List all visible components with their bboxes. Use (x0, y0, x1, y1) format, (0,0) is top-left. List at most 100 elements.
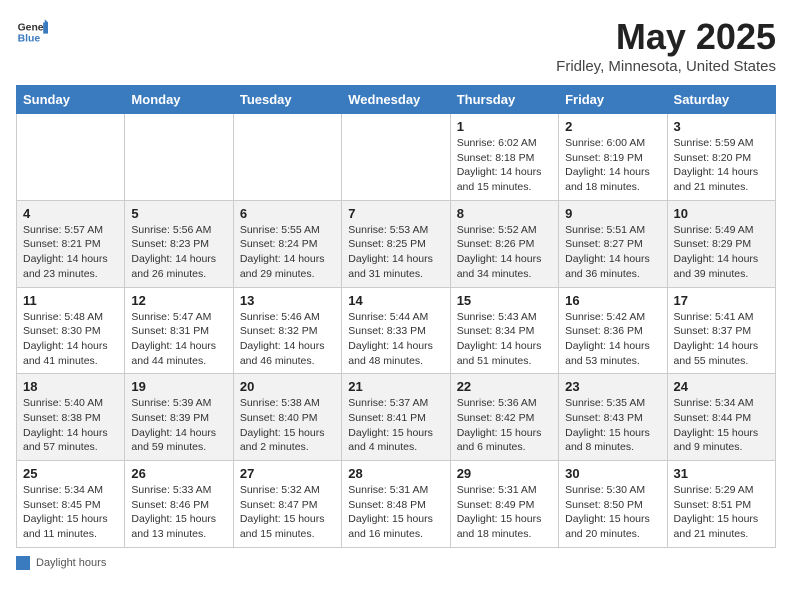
day-detail: Sunrise: 5:53 AM Sunset: 8:25 PM Dayligh… (348, 223, 443, 282)
day-number: 1 (457, 119, 552, 134)
calendar-cell: 11 Sunrise: 5:48 AM Sunset: 8:30 PM Dayli… (17, 287, 125, 374)
calendar-cell: 9 Sunrise: 5:51 AM Sunset: 8:27 PM Daylig… (559, 200, 667, 287)
day-detail: Sunrise: 5:40 AM Sunset: 8:38 PM Dayligh… (23, 396, 118, 455)
day-number: 14 (348, 293, 443, 308)
calendar-cell: 6 Sunrise: 5:55 AM Sunset: 8:24 PM Daylig… (233, 200, 341, 287)
calendar-cell: 12 Sunrise: 5:47 AM Sunset: 8:31 PM Dayli… (125, 287, 233, 374)
day-detail: Sunrise: 5:57 AM Sunset: 8:21 PM Dayligh… (23, 223, 118, 282)
day-number: 9 (565, 206, 660, 221)
day-detail: Sunrise: 5:47 AM Sunset: 8:31 PM Dayligh… (131, 310, 226, 369)
title-area: May 2025 Fridley, Minnesota, United Stat… (556, 16, 776, 75)
day-header-friday: Friday (559, 86, 667, 114)
day-detail: Sunrise: 5:32 AM Sunset: 8:47 PM Dayligh… (240, 483, 335, 542)
day-number: 20 (240, 379, 335, 394)
day-detail: Sunrise: 5:48 AM Sunset: 8:30 PM Dayligh… (23, 310, 118, 369)
day-detail: Sunrise: 5:31 AM Sunset: 8:49 PM Dayligh… (457, 483, 552, 542)
day-detail: Sunrise: 5:52 AM Sunset: 8:26 PM Dayligh… (457, 223, 552, 282)
day-number: 22 (457, 379, 552, 394)
day-header-monday: Monday (125, 86, 233, 114)
svg-text:Blue: Blue (18, 34, 41, 45)
calendar-cell (233, 114, 341, 201)
day-number: 31 (674, 466, 769, 481)
day-detail: Sunrise: 5:42 AM Sunset: 8:36 PM Dayligh… (565, 310, 660, 369)
calendar-cell: 1 Sunrise: 6:02 AM Sunset: 8:18 PM Daylig… (450, 114, 558, 201)
day-number: 24 (674, 379, 769, 394)
calendar-cell: 5 Sunrise: 5:56 AM Sunset: 8:23 PM Daylig… (125, 200, 233, 287)
main-title: May 2025 (556, 16, 776, 58)
week-row-3: 11 Sunrise: 5:48 AM Sunset: 8:30 PM Dayli… (17, 287, 776, 374)
day-number: 16 (565, 293, 660, 308)
day-detail: Sunrise: 5:33 AM Sunset: 8:46 PM Dayligh… (131, 483, 226, 542)
day-number: 26 (131, 466, 226, 481)
day-number: 25 (23, 466, 118, 481)
calendar-cell: 4 Sunrise: 5:57 AM Sunset: 8:21 PM Daylig… (17, 200, 125, 287)
day-detail: Sunrise: 5:31 AM Sunset: 8:48 PM Dayligh… (348, 483, 443, 542)
calendar-body: 1 Sunrise: 6:02 AM Sunset: 8:18 PM Daylig… (17, 114, 776, 548)
day-detail: Sunrise: 5:56 AM Sunset: 8:23 PM Dayligh… (131, 223, 226, 282)
day-detail: Sunrise: 5:36 AM Sunset: 8:42 PM Dayligh… (457, 396, 552, 455)
calendar-header: SundayMondayTuesdayWednesdayThursdayFrid… (17, 86, 776, 114)
day-number: 4 (23, 206, 118, 221)
week-row-4: 18 Sunrise: 5:40 AM Sunset: 8:38 PM Dayli… (17, 374, 776, 461)
subtitle: Fridley, Minnesota, United States (556, 58, 776, 75)
calendar-cell: 8 Sunrise: 5:52 AM Sunset: 8:26 PM Daylig… (450, 200, 558, 287)
calendar-cell (17, 114, 125, 201)
day-detail: Sunrise: 5:29 AM Sunset: 8:51 PM Dayligh… (674, 483, 769, 542)
day-header-thursday: Thursday (450, 86, 558, 114)
day-number: 12 (131, 293, 226, 308)
day-detail: Sunrise: 5:34 AM Sunset: 8:45 PM Dayligh… (23, 483, 118, 542)
calendar-cell: 24 Sunrise: 5:34 AM Sunset: 8:44 PM Dayli… (667, 374, 775, 461)
day-detail: Sunrise: 6:00 AM Sunset: 8:19 PM Dayligh… (565, 136, 660, 195)
day-number: 8 (457, 206, 552, 221)
day-detail: Sunrise: 5:46 AM Sunset: 8:32 PM Dayligh… (240, 310, 335, 369)
day-number: 5 (131, 206, 226, 221)
calendar-cell: 19Sunrise: 5:39 AM Sunset: 8:39 PM Dayli… (125, 374, 233, 461)
day-detail: Sunrise: 5:59 AM Sunset: 8:20 PM Dayligh… (674, 136, 769, 195)
daylight-label: Daylight hours (36, 557, 106, 569)
calendar-cell: 3 Sunrise: 5:59 AM Sunset: 8:20 PM Daylig… (667, 114, 775, 201)
logo: General Blue (16, 16, 48, 48)
day-number: 18 (23, 379, 118, 394)
footer: Daylight hours (16, 556, 776, 570)
calendar-cell: 20 Sunrise: 5:38 AM Sunset: 8:40 PM Dayli… (233, 374, 341, 461)
page-wrapper: General Blue May 2025 Fridley, Minnesota… (16, 16, 776, 570)
day-number: 11 (23, 293, 118, 308)
calendar-cell: 7 Sunrise: 5:53 AM Sunset: 8:25 PM Daylig… (342, 200, 450, 287)
day-header-wednesday: Wednesday (342, 86, 450, 114)
week-row-5: 25 Sunrise: 5:34 AM Sunset: 8:45 PM Dayli… (17, 461, 776, 548)
calendar-cell: 27Sunrise: 5:32 AM Sunset: 8:47 PM Dayli… (233, 461, 341, 548)
day-detail: Sunrise: 5:35 AM Sunset: 8:43 PM Dayligh… (565, 396, 660, 455)
day-number: 29 (457, 466, 552, 481)
day-detail: Sunrise: 5:55 AM Sunset: 8:24 PM Dayligh… (240, 223, 335, 282)
day-number: 19 (131, 379, 226, 394)
calendar-cell: 21Sunrise: 5:37 AM Sunset: 8:41 PM Dayli… (342, 374, 450, 461)
day-number: 10 (674, 206, 769, 221)
day-header-saturday: Saturday (667, 86, 775, 114)
day-header-tuesday: Tuesday (233, 86, 341, 114)
day-detail: Sunrise: 5:34 AM Sunset: 8:44 PM Dayligh… (674, 396, 769, 455)
day-detail: Sunrise: 5:41 AM Sunset: 8:37 PM Dayligh… (674, 310, 769, 369)
calendar-cell (125, 114, 233, 201)
day-number: 15 (457, 293, 552, 308)
day-number: 7 (348, 206, 443, 221)
day-detail: Sunrise: 6:02 AM Sunset: 8:18 PM Dayligh… (457, 136, 552, 195)
day-number: 17 (674, 293, 769, 308)
generalblue-logo-icon: General Blue (16, 16, 48, 48)
calendar-cell: 28Sunrise: 5:31 AM Sunset: 8:48 PM Dayli… (342, 461, 450, 548)
day-number: 13 (240, 293, 335, 308)
day-number: 6 (240, 206, 335, 221)
day-number: 30 (565, 466, 660, 481)
calendar-cell: 30Sunrise: 5:30 AM Sunset: 8:50 PM Dayli… (559, 461, 667, 548)
calendar-cell: 14Sunrise: 5:44 AM Sunset: 8:33 PM Dayli… (342, 287, 450, 374)
calendar-cell: 23Sunrise: 5:35 AM Sunset: 8:43 PM Dayli… (559, 374, 667, 461)
daylight-legend-box (16, 556, 30, 570)
day-header-sunday: Sunday (17, 86, 125, 114)
week-row-2: 4 Sunrise: 5:57 AM Sunset: 8:21 PM Daylig… (17, 200, 776, 287)
day-number: 2 (565, 119, 660, 134)
day-number: 3 (674, 119, 769, 134)
day-detail: Sunrise: 5:49 AM Sunset: 8:29 PM Dayligh… (674, 223, 769, 282)
day-detail: Sunrise: 5:51 AM Sunset: 8:27 PM Dayligh… (565, 223, 660, 282)
calendar-table: SundayMondayTuesdayWednesdayThursdayFrid… (16, 85, 776, 548)
day-detail: Sunrise: 5:38 AM Sunset: 8:40 PM Dayligh… (240, 396, 335, 455)
calendar-cell: 29 Sunrise: 5:31 AM Sunset: 8:49 PM Dayli… (450, 461, 558, 548)
